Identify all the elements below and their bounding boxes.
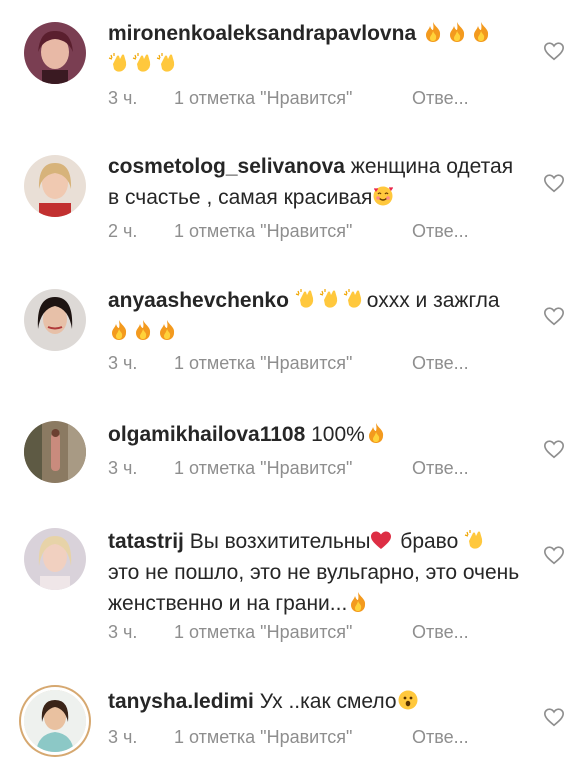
fire-icon [365, 422, 387, 444]
likes-count[interactable]: 1 отметка "Нравится" [174, 458, 412, 479]
fire-icon [108, 319, 130, 341]
fire-icon [446, 21, 468, 43]
likes-count[interactable]: 1 отметка "Нравится" [174, 88, 412, 109]
red-heart-icon [370, 529, 392, 551]
comment-time: 3 ч. [108, 727, 138, 747]
like-heart-icon[interactable] [543, 706, 565, 728]
reply-button[interactable]: Отве... [412, 727, 469, 748]
fire-icon [347, 591, 369, 613]
like-heart-icon[interactable] [543, 438, 565, 460]
reply-button[interactable]: Отве... [412, 353, 469, 374]
likes-count[interactable]: 1 отметка "Нравится" [174, 727, 412, 748]
avatar[interactable] [24, 22, 86, 84]
clapping-hands-icon [464, 529, 486, 551]
avatar[interactable] [24, 528, 86, 590]
comment-username[interactable]: olgamikhailova1108 [108, 423, 305, 446]
like-heart-icon[interactable] [543, 172, 565, 194]
comment-text: 100% [305, 423, 365, 446]
comment-text: Вы возхитительны [183, 530, 371, 553]
reply-button[interactable]: Отве... [412, 221, 469, 242]
like-heart-icon[interactable] [543, 544, 565, 566]
comment-username[interactable]: cosmetolog_selivanova [108, 155, 345, 178]
reply-button[interactable]: Отве... [412, 88, 469, 109]
avatar[interactable] [24, 289, 86, 351]
comment-time: 3 ч. [108, 88, 138, 108]
fire-icon [470, 21, 492, 43]
smiling-face-with-hearts-icon [372, 185, 394, 207]
reply-button[interactable]: Отве... [412, 458, 469, 479]
clapping-hands-icon [319, 288, 341, 310]
comment-time: 3 ч. [108, 622, 138, 642]
clapping-hands-icon [343, 288, 365, 310]
likes-count[interactable]: 1 отметка "Нравится" [174, 622, 412, 643]
comment-text: это не пошло, это не вульгарно, это очен… [108, 561, 520, 615]
likes-count[interactable]: 1 отметка "Нравится" [174, 353, 412, 374]
avatar[interactable] [24, 421, 86, 483]
like-heart-icon[interactable] [543, 40, 565, 62]
comment-text: браво [394, 530, 459, 553]
clapping-hands-icon [295, 288, 317, 310]
comment-time: 2 ч. [108, 221, 138, 241]
like-heart-icon[interactable] [543, 305, 565, 327]
comment-text: Ух ..как смело [253, 690, 397, 713]
fire-icon [132, 319, 154, 341]
comment-username[interactable]: mironenkoaleksandrapavlovna [108, 22, 416, 45]
clapping-hands-icon [132, 52, 154, 74]
comment-username[interactable]: anyaashevchenko [108, 289, 289, 312]
reply-button[interactable]: Отве... [412, 622, 469, 643]
avatar[interactable] [24, 155, 86, 217]
likes-count[interactable]: 1 отметка "Нравится" [174, 221, 412, 242]
avatar-with-story-ring[interactable] [24, 690, 86, 752]
comment-time: 3 ч. [108, 458, 138, 478]
comment-username[interactable]: tanysha.ledimi [108, 690, 254, 713]
surprised-face-icon [397, 689, 419, 711]
comment-text: охxx и зажгла [366, 289, 500, 312]
fire-icon [156, 319, 178, 341]
comment-username[interactable]: tatastrij [108, 530, 184, 553]
fire-icon [422, 21, 444, 43]
clapping-hands-icon [156, 52, 178, 74]
clapping-hands-icon [108, 52, 130, 74]
comments-list: mironenkoaleksandrapavlovna 3 ч. 1 отметк… [0, 0, 586, 768]
comment-time: 3 ч. [108, 353, 138, 373]
